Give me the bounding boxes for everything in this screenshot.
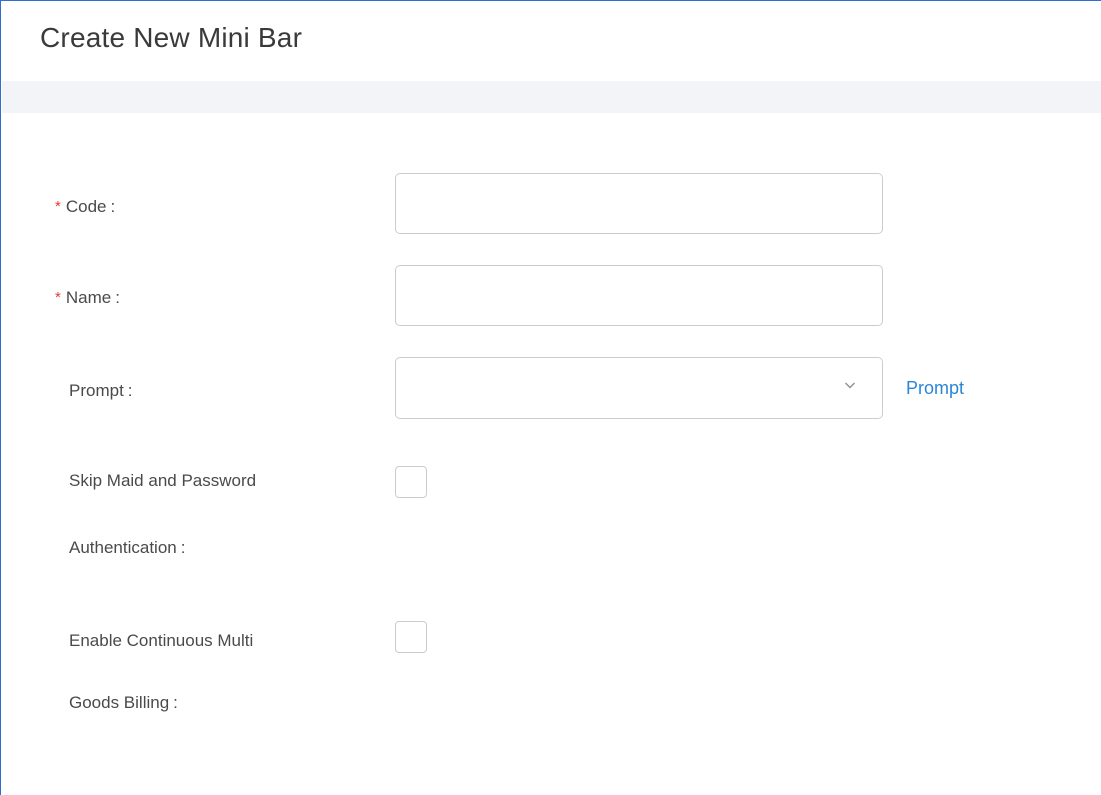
header-divider-strip [2, 81, 1101, 113]
code-label-colon: : [110, 197, 116, 216]
skip-maid-auth-label-line2: Authentication: [69, 538, 185, 558]
prompt-label-text: Prompt [69, 381, 124, 400]
page-title: Create New Mini Bar [40, 22, 303, 53]
name-input[interactable] [395, 265, 883, 326]
prompt-link[interactable]: Prompt [906, 378, 964, 399]
chevron-down-icon [845, 382, 855, 389]
prompt-label-colon: : [127, 381, 133, 400]
code-input[interactable] [395, 173, 883, 234]
continuous-billing-colon: : [173, 693, 178, 712]
required-mark: * [55, 198, 61, 215]
skip-maid-auth-label-line2-text: Authentication [69, 538, 177, 557]
name-label-colon: : [115, 288, 120, 307]
prompt-select[interactable] [395, 357, 883, 419]
name-label: * Name: [55, 288, 120, 308]
name-label-text: Name [65, 288, 112, 307]
continuous-billing-label-line2-text: Goods Billing [69, 693, 170, 712]
mini-bar-form: * Code: * Name: Prompt: Prompt Skip Maid a… [2, 113, 1101, 795]
skip-maid-auth-label-line1: Skip Maid and Password [69, 471, 257, 490]
required-mark: * [55, 289, 61, 306]
create-mini-bar-panel: Create New Mini Bar * Code: * Name: Prompt… [0, 0, 1101, 795]
continuous-billing-label-line1: Enable Continuous Multi [69, 631, 254, 650]
skip-maid-auth-colon: : [180, 538, 186, 557]
prompt-label: Prompt: [69, 381, 133, 401]
continuous-billing-checkbox[interactable] [395, 621, 427, 653]
code-label: * Code: [55, 197, 115, 217]
skip-maid-auth-checkbox[interactable] [395, 466, 427, 498]
code-label-text: Code [65, 197, 107, 216]
continuous-billing-label-line2: Goods Billing: [69, 693, 178, 713]
panel-header: Create New Mini Bar [2, 2, 1101, 81]
